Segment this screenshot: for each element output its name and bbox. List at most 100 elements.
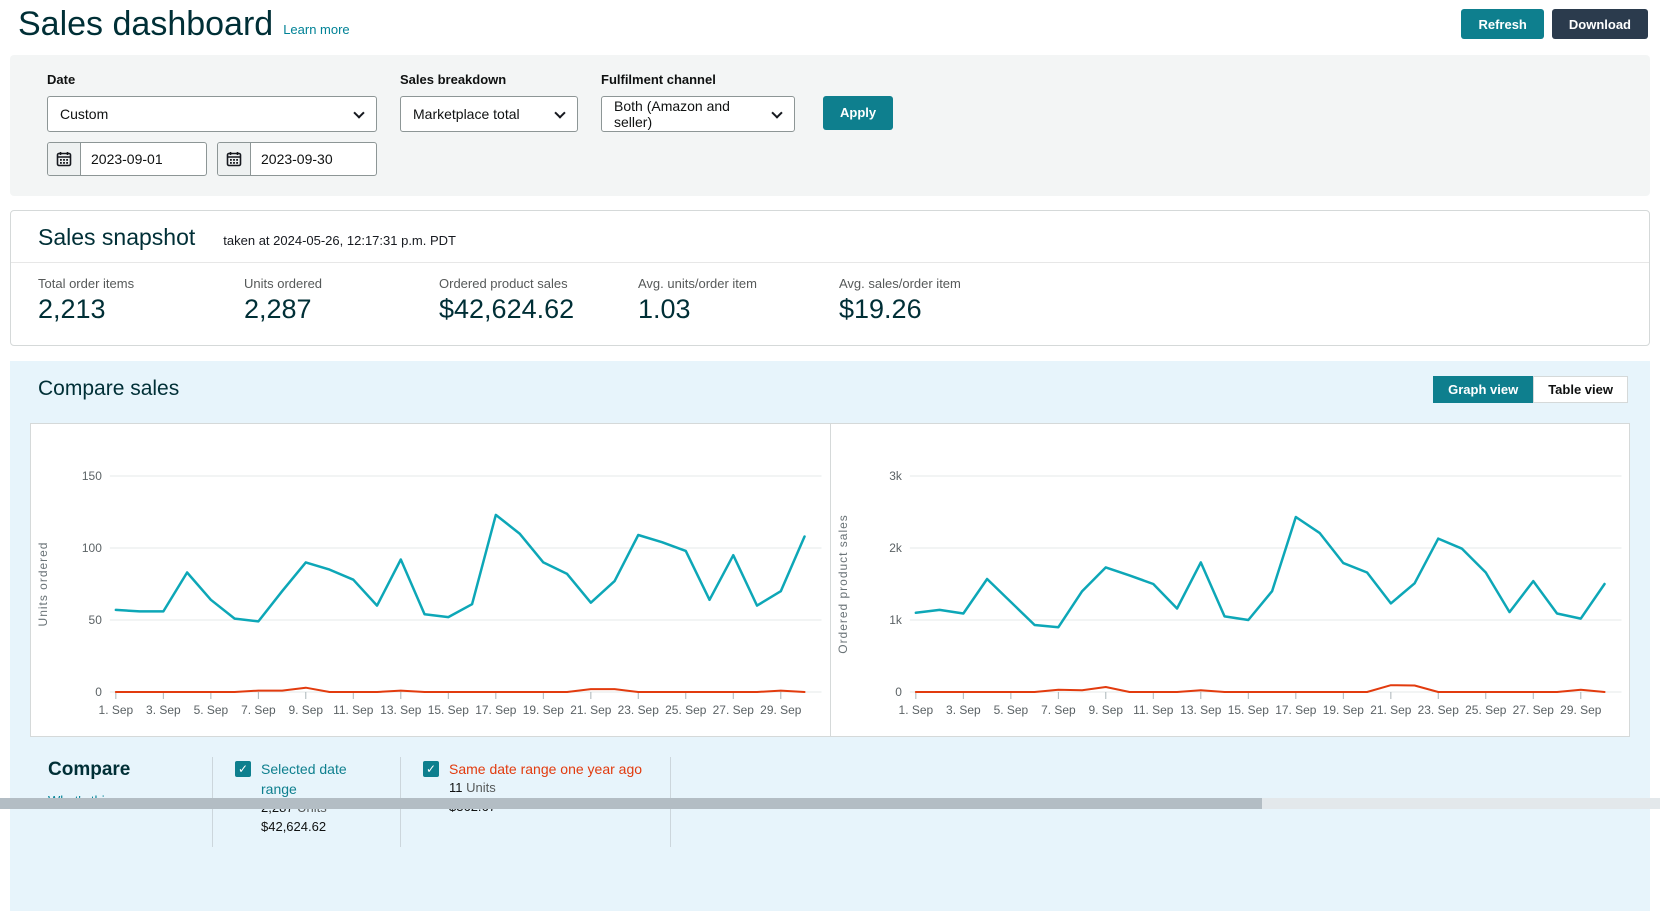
- legend-label: Selected date range: [261, 759, 372, 800]
- snapshot-stats-row: Total order items 2,213 Units ordered 2,…: [11, 263, 1649, 345]
- stat-label: Ordered product sales: [439, 276, 622, 291]
- svg-text:29. Sep: 29. Sep: [760, 703, 802, 717]
- svg-text:5. Sep: 5. Sep: [993, 703, 1028, 717]
- svg-text:21. Sep: 21. Sep: [1370, 703, 1412, 717]
- svg-text:27. Sep: 27. Sep: [1512, 703, 1554, 717]
- svg-text:15. Sep: 15. Sep: [428, 703, 470, 717]
- chevron-down-icon: [771, 107, 782, 118]
- svg-text:0: 0: [95, 685, 102, 699]
- sales-breakdown-value: Marketplace total: [413, 106, 520, 122]
- svg-text:23. Sep: 23. Sep: [1417, 703, 1459, 717]
- svg-text:1k: 1k: [889, 613, 902, 627]
- svg-text:9. Sep: 9. Sep: [1088, 703, 1123, 717]
- units-ordered-chart-panel: 0501001501. Sep3. Sep5. Sep7. Sep9. Sep1…: [31, 424, 831, 736]
- svg-text:19. Sep: 19. Sep: [1322, 703, 1364, 717]
- svg-text:1. Sep: 1. Sep: [898, 703, 933, 717]
- compare-sales-title: Compare sales: [38, 377, 179, 401]
- svg-text:27. Sep: 27. Sep: [713, 703, 755, 717]
- graph-view-button[interactable]: Graph view: [1433, 376, 1533, 403]
- stat-value: $19.26: [839, 294, 961, 325]
- stat-value: $42,624.62: [439, 294, 622, 325]
- stat-value: 2,213: [38, 294, 228, 325]
- svg-text:2k: 2k: [889, 541, 902, 555]
- stat-avg-units-per-order: Avg. units/order item 1.03: [638, 276, 839, 325]
- page-title: Sales dashboard: [18, 4, 273, 45]
- snapshot-timestamp: taken at 2024-05-26, 12:17:31 p.m. PDT: [223, 233, 456, 248]
- chevron-down-icon: [353, 107, 364, 118]
- page-header: Sales dashboard Learn more Refresh Downl…: [0, 0, 1660, 51]
- svg-text:Ordered product sales: Ordered product sales: [835, 514, 849, 654]
- svg-text:50: 50: [89, 613, 103, 627]
- svg-text:3k: 3k: [889, 469, 902, 483]
- units-ordered-chart: 0501001501. Sep3. Sep5. Sep7. Sep9. Sep1…: [31, 434, 830, 734]
- stat-units-ordered: Units ordered 2,287: [244, 276, 439, 325]
- svg-text:21. Sep: 21. Sep: [570, 703, 612, 717]
- stat-label: Avg. sales/order item: [839, 276, 961, 291]
- date-to-input[interactable]: 2023-09-30: [217, 142, 377, 176]
- compare-sales-header: Compare sales Graph view Table view: [10, 361, 1650, 411]
- legend-units-number: 11: [449, 780, 463, 795]
- previous-year-checkbox[interactable]: ✓: [423, 761, 439, 777]
- table-view-button[interactable]: Table view: [1533, 376, 1628, 403]
- svg-text:29. Sep: 29. Sep: [1560, 703, 1602, 717]
- date-from-input[interactable]: 2023-09-01: [47, 142, 207, 176]
- fulfilment-channel-select[interactable]: Both (Amazon and seller): [601, 96, 795, 132]
- sales-breakdown-label: Sales breakdown: [400, 72, 578, 87]
- refresh-button[interactable]: Refresh: [1461, 9, 1543, 39]
- svg-text:3. Sep: 3. Sep: [146, 703, 181, 717]
- svg-text:19. Sep: 19. Sep: [523, 703, 565, 717]
- download-button[interactable]: Download: [1552, 9, 1648, 39]
- svg-text:0: 0: [895, 685, 902, 699]
- svg-text:11. Sep: 11. Sep: [333, 703, 374, 717]
- header-actions: Refresh Download: [1461, 4, 1648, 39]
- svg-text:9. Sep: 9. Sep: [288, 703, 323, 717]
- sales-breakdown-select[interactable]: Marketplace total: [400, 96, 578, 132]
- ordered-product-sales-chart-panel: 01k2k3k1. Sep3. Sep5. Sep7. Sep9. Sep11.…: [831, 424, 1630, 736]
- apply-button[interactable]: Apply: [823, 96, 893, 130]
- date-from-value[interactable]: 2023-09-01: [81, 143, 173, 175]
- legend-sales: $42,624.62: [261, 818, 372, 837]
- charts-container: 0 50 100 150 1. Sep 3. Sep 5. Sep 7. Sep 9. Sep 1…: [30, 423, 1630, 737]
- ordered-product-sales-chart: 01k2k3k1. Sep3. Sep5. Sep7. Sep9. Sep11.…: [831, 434, 1630, 734]
- stat-label: Units ordered: [244, 276, 423, 291]
- learn-more-link[interactable]: Learn more: [283, 22, 349, 37]
- date-filter-label: Date: [47, 72, 377, 87]
- sales-breakdown-group: Sales breakdown Marketplace total: [400, 72, 578, 132]
- fulfilment-channel-value: Both (Amazon and seller): [614, 98, 760, 130]
- calendar-icon[interactable]: [218, 143, 251, 175]
- view-toggle: Graph view Table view: [1433, 376, 1628, 403]
- svg-text:25. Sep: 25. Sep: [665, 703, 707, 717]
- svg-text:100: 100: [82, 541, 102, 555]
- svg-text:25. Sep: 25. Sep: [1465, 703, 1507, 717]
- stat-label: Total order items: [38, 276, 228, 291]
- compare-sales-panel: Compare sales Graph view Table view 0 50 1…: [10, 361, 1650, 911]
- sales-snapshot-title: Sales snapshot: [38, 224, 195, 251]
- horizontal-scrollbar[interactable]: [0, 798, 1660, 809]
- date-filter-group: Date Custom 2023-09-01 2023-09-30: [47, 72, 377, 176]
- fulfilment-channel-group: Fulfilment channel Both (Amazon and sell…: [601, 72, 795, 132]
- svg-text:15. Sep: 15. Sep: [1227, 703, 1269, 717]
- sales-snapshot-header: Sales snapshot taken at 2024-05-26, 12:1…: [11, 211, 1649, 263]
- sales-snapshot-panel: Sales snapshot taken at 2024-05-26, 12:1…: [10, 210, 1650, 346]
- stat-total-order-items: Total order items 2,213: [38, 276, 244, 325]
- legend-units-suffix: Units: [466, 780, 496, 795]
- date-range-select[interactable]: Custom: [47, 96, 377, 132]
- stat-ordered-product-sales: Ordered product sales $42,624.62: [439, 276, 638, 325]
- svg-text:7. Sep: 7. Sep: [1041, 703, 1076, 717]
- fulfilment-channel-label: Fulfilment channel: [601, 72, 795, 87]
- stat-avg-sales-per-order: Avg. sales/order item $19.26: [839, 276, 977, 325]
- selected-range-checkbox[interactable]: ✓: [235, 761, 251, 777]
- calendar-icon[interactable]: [48, 143, 81, 175]
- scrollbar-thumb[interactable]: [0, 798, 1262, 809]
- date-to-value[interactable]: 2023-09-30: [251, 143, 343, 175]
- stat-label: Avg. units/order item: [638, 276, 823, 291]
- svg-text:150: 150: [82, 469, 102, 483]
- stat-value: 1.03: [638, 294, 823, 325]
- chevron-down-icon: [554, 107, 565, 118]
- svg-text:Units ordered: Units ordered: [36, 541, 50, 626]
- svg-text:13. Sep: 13. Sep: [1180, 703, 1222, 717]
- legend-label: Same date range one year ago: [449, 759, 642, 779]
- filter-bar: Date Custom 2023-09-01 2023-09-30 Sales …: [10, 55, 1650, 196]
- svg-text:5. Sep: 5. Sep: [194, 703, 229, 717]
- svg-text:3. Sep: 3. Sep: [946, 703, 981, 717]
